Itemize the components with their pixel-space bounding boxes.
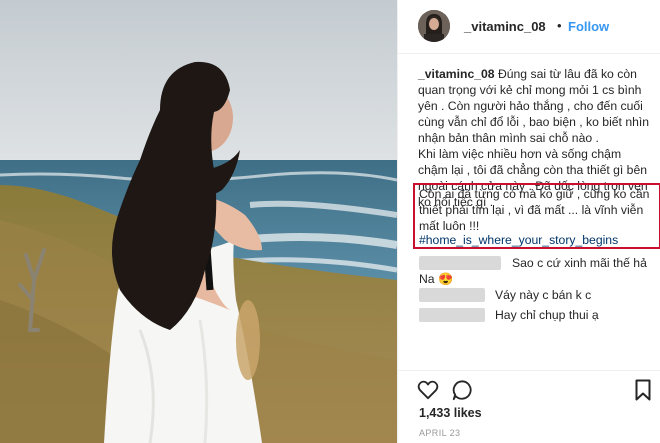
post-photo[interactable] — [0, 0, 397, 443]
caption-paragraph-1: _vitaminc_08 Đúng sai từ lâu đã ko còn q… — [418, 66, 654, 146]
woman-by-the-sea-photo — [0, 0, 397, 443]
post-header: _vitaminc_08 • Follow — [398, 0, 660, 54]
blurred-commenter-name — [419, 256, 501, 270]
bookmark-icon[interactable] — [635, 379, 651, 406]
action-bar — [398, 370, 660, 406]
comment-text: Hay chỉ chụp thui ạ — [495, 308, 599, 322]
blurred-commenter-name — [419, 288, 485, 302]
comment-text: Na 😍 — [419, 272, 454, 286]
post-author-username[interactable]: _vitaminc_08 — [464, 19, 546, 34]
comment-bubble-icon[interactable] — [451, 379, 473, 406]
post-side-panel: _vitaminc_08 • Follow _vitaminc_08 Đúng … — [397, 0, 660, 443]
follow-button[interactable]: Follow — [568, 19, 609, 34]
caption-username[interactable]: _vitaminc_08 — [418, 67, 495, 81]
blurred-commenter-name — [419, 308, 485, 322]
post-date[interactable]: APRIL 23 — [419, 428, 460, 438]
heart-icon[interactable] — [417, 380, 439, 405]
comment-text: Sao c cứ xinh mãi thế hả — [512, 256, 647, 270]
likes-count[interactable]: 1,433 likes — [419, 406, 482, 420]
highlighted-caption-text: Còn ai đã từng có mà ko giữ , cũng ko cầ… — [419, 187, 650, 233]
comment-text: Váy này c bán k c — [495, 288, 592, 302]
avatar[interactable] — [418, 10, 450, 42]
hashtag-link[interactable]: #home_is_where_your_story_begins — [419, 233, 618, 247]
separator-dot: • — [557, 18, 562, 33]
